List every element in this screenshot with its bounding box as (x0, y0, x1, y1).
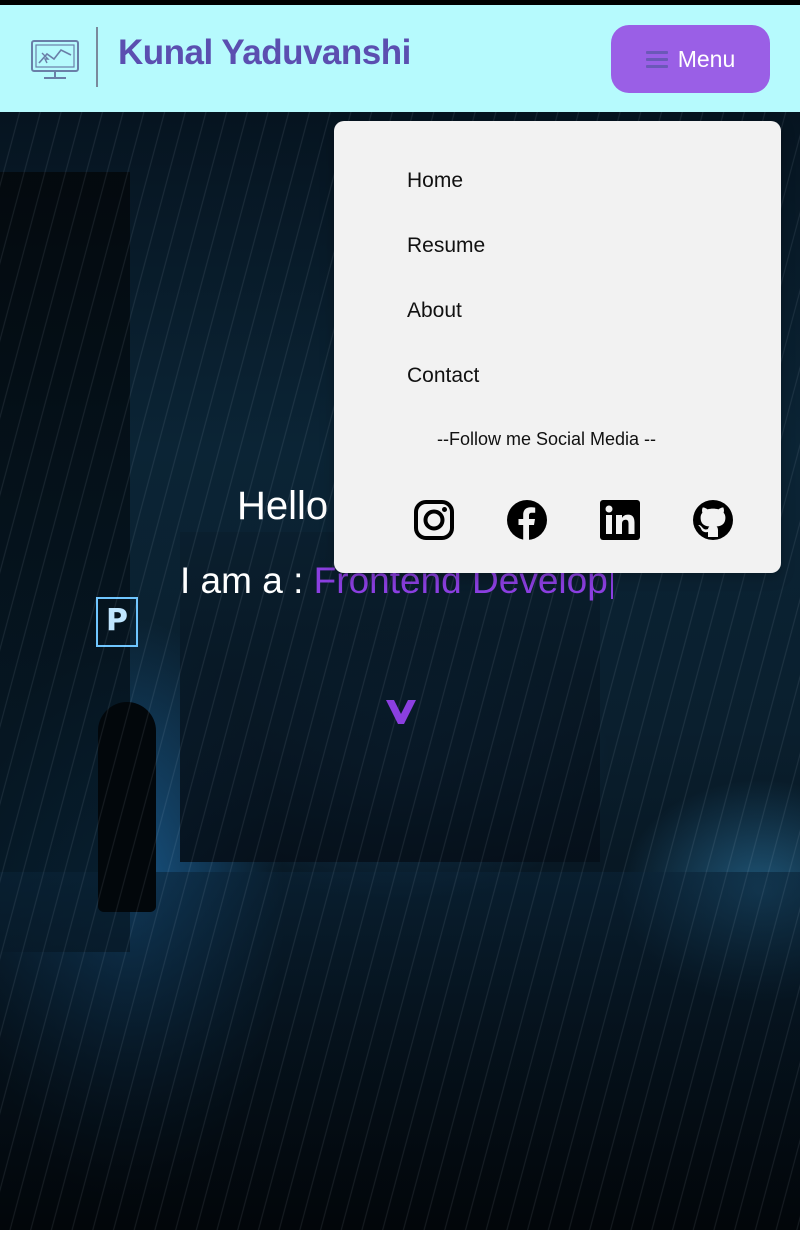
chevron-down-icon[interactable] (384, 696, 418, 728)
facebook-icon[interactable] (507, 500, 547, 540)
monitor-chart-icon[interactable] (30, 39, 80, 81)
menu-button-label: Menu (677, 45, 736, 72)
menu-item-contact[interactable]: Contact (407, 364, 479, 388)
brand-name[interactable]: Kunal Yaduvanshi (118, 33, 411, 73)
logo-divider (96, 27, 98, 87)
role-prefix: I am a : (180, 560, 314, 601)
menu-button[interactable]: Menu (611, 25, 770, 93)
github-icon[interactable] (693, 500, 733, 540)
hamburger-icon (645, 50, 668, 68)
menu-item-resume[interactable]: Resume (407, 234, 485, 258)
hero-greeting: Hello (237, 484, 329, 528)
linkedin-icon[interactable] (600, 500, 640, 540)
site-header: Kunal Yaduvanshi Menu (0, 5, 800, 112)
menu-dropdown: Home Resume About Contact --Follow me So… (334, 121, 781, 573)
menu-item-about[interactable]: About (407, 299, 462, 323)
follow-social-text: --Follow me Social Media -- (436, 429, 657, 449)
menu-item-home[interactable]: Home (407, 169, 463, 193)
instagram-icon[interactable] (414, 500, 454, 540)
